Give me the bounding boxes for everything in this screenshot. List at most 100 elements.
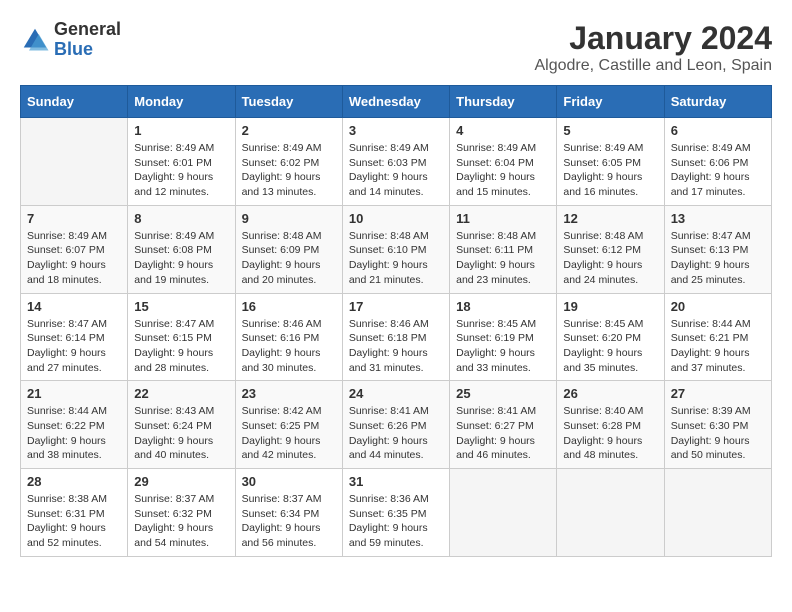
logo: General Blue	[20, 20, 121, 60]
header-day-wednesday: Wednesday	[342, 86, 449, 118]
day-number: 27	[671, 386, 765, 401]
day-info: Sunrise: 8:39 AMSunset: 6:30 PMDaylight:…	[671, 404, 765, 463]
day-number: 18	[456, 299, 550, 314]
day-info: Sunrise: 8:41 AMSunset: 6:27 PMDaylight:…	[456, 404, 550, 463]
day-info: Sunrise: 8:49 AMSunset: 6:07 PMDaylight:…	[27, 229, 121, 288]
day-info: Sunrise: 8:43 AMSunset: 6:24 PMDaylight:…	[134, 404, 228, 463]
day-info: Sunrise: 8:49 AMSunset: 6:05 PMDaylight:…	[563, 141, 657, 200]
day-info: Sunrise: 8:49 AMSunset: 6:03 PMDaylight:…	[349, 141, 443, 200]
day-info: Sunrise: 8:37 AMSunset: 6:32 PMDaylight:…	[134, 492, 228, 551]
header-day-sunday: Sunday	[21, 86, 128, 118]
calendar-cell: 13Sunrise: 8:47 AMSunset: 6:13 PMDayligh…	[664, 205, 771, 293]
day-info: Sunrise: 8:47 AMSunset: 6:14 PMDaylight:…	[27, 317, 121, 376]
day-info: Sunrise: 8:48 AMSunset: 6:12 PMDaylight:…	[563, 229, 657, 288]
calendar-cell: 19 Sunrise: 8:45 AMSunset: 6:20 PMDayligh…	[557, 293, 664, 381]
day-number: 4	[456, 123, 550, 138]
calendar-cell: 17 Sunrise: 8:46 AMSunset: 6:18 PMDayligh…	[342, 293, 449, 381]
page-header: General Blue January 2024 Algodre, Casti…	[20, 20, 772, 75]
calendar-cell: 30 Sunrise: 8:37 AMSunset: 6:34 PMDayligh…	[235, 469, 342, 557]
calendar-cell: 3 Sunrise: 8:49 AMSunset: 6:03 PMDaylight…	[342, 118, 449, 206]
calendar-cell: 24Sunrise: 8:41 AMSunset: 6:26 PMDayligh…	[342, 381, 449, 469]
day-number: 21	[27, 386, 121, 401]
calendar-cell	[450, 469, 557, 557]
calendar-cell: 27 Sunrise: 8:39 AMSunset: 6:30 PMDayligh…	[664, 381, 771, 469]
day-info: Sunrise: 8:46 AMSunset: 6:18 PMDaylight:…	[349, 317, 443, 376]
calendar-cell: 8 Sunrise: 8:49 AMSunset: 6:08 PMDaylight…	[128, 205, 235, 293]
day-number: 26	[563, 386, 657, 401]
calendar-cell: 28 Sunrise: 8:38 AMSunset: 6:31 PMDayligh…	[21, 469, 128, 557]
day-info: Sunrise: 8:49 AMSunset: 6:06 PMDaylight:…	[671, 141, 765, 200]
calendar-table: SundayMondayTuesdayWednesdayThursdayFrid…	[20, 85, 772, 557]
day-info: Sunrise: 8:47 AMSunset: 6:13 PMDaylight:…	[671, 229, 765, 288]
day-info: Sunrise: 8:49 AMSunset: 6:02 PMDaylight:…	[242, 141, 336, 200]
day-info: Sunrise: 8:49 AMSunset: 6:04 PMDaylight:…	[456, 141, 550, 200]
calendar-cell: 20Sunrise: 8:44 AMSunset: 6:21 PMDayligh…	[664, 293, 771, 381]
day-number: 1	[134, 123, 228, 138]
calendar-cell: 4 Sunrise: 8:49 AMSunset: 6:04 PMDaylight…	[450, 118, 557, 206]
day-info: Sunrise: 8:42 AMSunset: 6:25 PMDaylight:…	[242, 404, 336, 463]
day-number: 25	[456, 386, 550, 401]
day-info: Sunrise: 8:46 AMSunset: 6:16 PMDaylight:…	[242, 317, 336, 376]
day-info: Sunrise: 8:48 AMSunset: 6:10 PMDaylight:…	[349, 229, 443, 288]
header-row: SundayMondayTuesdayWednesdayThursdayFrid…	[21, 86, 772, 118]
week-row-1: 7 Sunrise: 8:49 AMSunset: 6:07 PMDaylight…	[21, 205, 772, 293]
calendar-cell: 1Sunrise: 8:49 AMSunset: 6:01 PMDaylight…	[128, 118, 235, 206]
day-number: 29	[134, 474, 228, 489]
day-info: Sunrise: 8:48 AMSunset: 6:11 PMDaylight:…	[456, 229, 550, 288]
day-info: Sunrise: 8:38 AMSunset: 6:31 PMDaylight:…	[27, 492, 121, 551]
header-day-saturday: Saturday	[664, 86, 771, 118]
header-day-friday: Friday	[557, 86, 664, 118]
week-row-3: 21 Sunrise: 8:44 AMSunset: 6:22 PMDayligh…	[21, 381, 772, 469]
day-info: Sunrise: 8:47 AMSunset: 6:15 PMDaylight:…	[134, 317, 228, 376]
title-section: January 2024 Algodre, Castille and Leon,…	[535, 20, 773, 75]
day-number: 7	[27, 211, 121, 226]
calendar-cell: 14 Sunrise: 8:47 AMSunset: 6:14 PMDayligh…	[21, 293, 128, 381]
calendar-cell: 22 Sunrise: 8:43 AMSunset: 6:24 PMDayligh…	[128, 381, 235, 469]
calendar-cell	[21, 118, 128, 206]
day-number: 14	[27, 299, 121, 314]
day-number: 15	[134, 299, 228, 314]
day-info: Sunrise: 8:41 AMSunset: 6:26 PMDaylight:…	[349, 404, 443, 463]
calendar-cell: 25 Sunrise: 8:41 AMSunset: 6:27 PMDayligh…	[450, 381, 557, 469]
calendar-cell	[664, 469, 771, 557]
calendar-cell: 26 Sunrise: 8:40 AMSunset: 6:28 PMDayligh…	[557, 381, 664, 469]
week-row-0: 1Sunrise: 8:49 AMSunset: 6:01 PMDaylight…	[21, 118, 772, 206]
day-number: 20	[671, 299, 765, 314]
day-number: 11	[456, 211, 550, 226]
calendar-cell: 9Sunrise: 8:48 AMSunset: 6:09 PMDaylight…	[235, 205, 342, 293]
day-info: Sunrise: 8:45 AMSunset: 6:20 PMDaylight:…	[563, 317, 657, 376]
day-number: 23	[242, 386, 336, 401]
calendar-cell: 31Sunrise: 8:36 AMSunset: 6:35 PMDayligh…	[342, 469, 449, 557]
day-number: 22	[134, 386, 228, 401]
calendar-cell: 7 Sunrise: 8:49 AMSunset: 6:07 PMDaylight…	[21, 205, 128, 293]
day-number: 6	[671, 123, 765, 138]
day-info: Sunrise: 8:48 AMSunset: 6:09 PMDaylight:…	[242, 229, 336, 288]
calendar-cell: 21 Sunrise: 8:44 AMSunset: 6:22 PMDayligh…	[21, 381, 128, 469]
day-number: 19	[563, 299, 657, 314]
header-day-monday: Monday	[128, 86, 235, 118]
day-number: 2	[242, 123, 336, 138]
day-info: Sunrise: 8:45 AMSunset: 6:19 PMDaylight:…	[456, 317, 550, 376]
day-number: 8	[134, 211, 228, 226]
calendar-cell: 2 Sunrise: 8:49 AMSunset: 6:02 PMDaylight…	[235, 118, 342, 206]
day-number: 30	[242, 474, 336, 489]
calendar-cell: 18 Sunrise: 8:45 AMSunset: 6:19 PMDayligh…	[450, 293, 557, 381]
day-info: Sunrise: 8:40 AMSunset: 6:28 PMDaylight:…	[563, 404, 657, 463]
day-number: 12	[563, 211, 657, 226]
calendar-cell: 23 Sunrise: 8:42 AMSunset: 6:25 PMDayligh…	[235, 381, 342, 469]
calendar-cell: 6 Sunrise: 8:49 AMSunset: 6:06 PMDaylight…	[664, 118, 771, 206]
logo-general-text: General	[54, 20, 121, 40]
day-number: 3	[349, 123, 443, 138]
day-info: Sunrise: 8:44 AMSunset: 6:22 PMDaylight:…	[27, 404, 121, 463]
logo-blue-text: Blue	[54, 40, 121, 60]
calendar-cell: 16Sunrise: 8:46 AMSunset: 6:16 PMDayligh…	[235, 293, 342, 381]
day-info: Sunrise: 8:49 AMSunset: 6:08 PMDaylight:…	[134, 229, 228, 288]
day-number: 28	[27, 474, 121, 489]
calendar-title: January 2024	[535, 20, 773, 57]
calendar-cell: 15 Sunrise: 8:47 AMSunset: 6:15 PMDayligh…	[128, 293, 235, 381]
calendar-cell: 11 Sunrise: 8:48 AMSunset: 6:11 PMDayligh…	[450, 205, 557, 293]
calendar-subtitle: Algodre, Castille and Leon, Spain	[535, 57, 773, 75]
calendar-cell: 5Sunrise: 8:49 AMSunset: 6:05 PMDaylight…	[557, 118, 664, 206]
day-info: Sunrise: 8:37 AMSunset: 6:34 PMDaylight:…	[242, 492, 336, 551]
day-number: 17	[349, 299, 443, 314]
